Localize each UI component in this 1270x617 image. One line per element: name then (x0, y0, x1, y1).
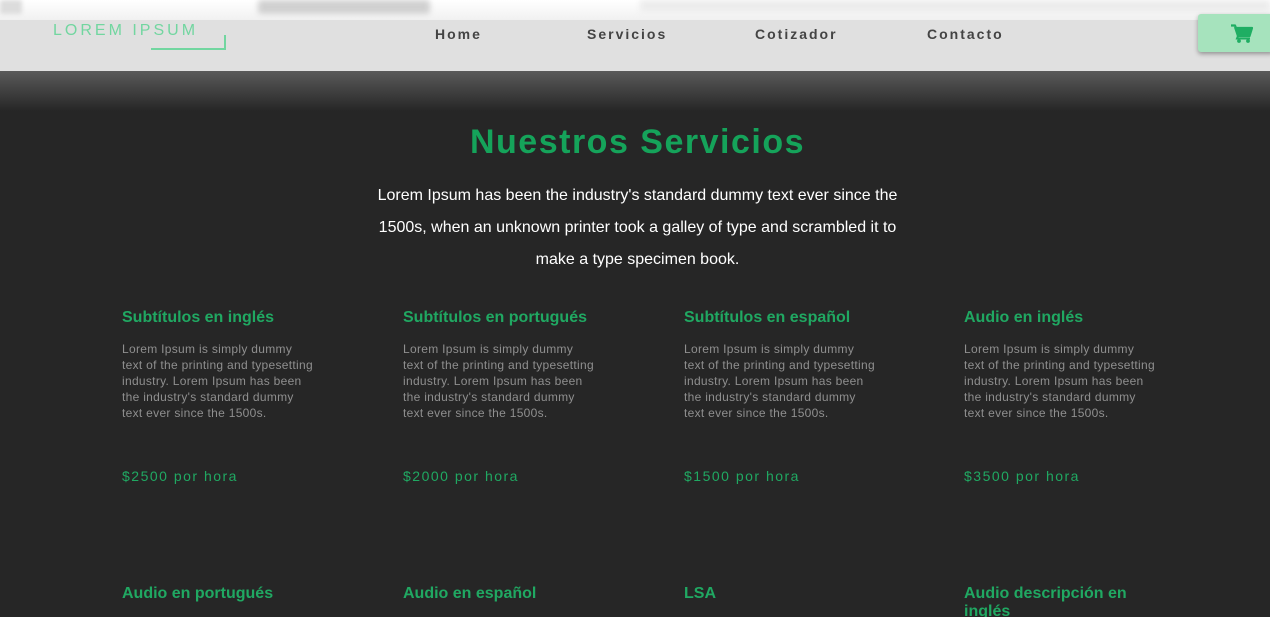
service-card: LSA (684, 585, 884, 603)
service-title: LSA (684, 585, 716, 602)
cart-button[interactable] (1198, 14, 1270, 52)
section-title: Nuestros Servicios (469, 123, 806, 161)
nav-link-home[interactable]: Home (435, 26, 482, 42)
service-card: Subtítulos en español Lorem Ipsum is sim… (684, 309, 884, 484)
service-description: Lorem Ipsum is simply dummy text of the … (684, 342, 875, 420)
blurred-element (640, 0, 1270, 12)
service-price: $3500 por hora (964, 468, 1080, 484)
shopping-cart-icon (1231, 24, 1253, 43)
service-title: Audio descripción en inglés (964, 585, 1127, 617)
header-shadow (0, 71, 1270, 111)
service-card: Audio en inglés Lorem Ipsum is simply du… (964, 309, 1164, 484)
service-description: Lorem Ipsum is simply dummy text of the … (964, 342, 1155, 420)
blurred-element (0, 0, 22, 14)
service-description: Lorem Ipsum is simply dummy text of the … (403, 342, 594, 420)
service-title: Audio en inglés (964, 309, 1084, 326)
service-title: Subtítulos en español (684, 309, 851, 326)
service-price: $2000 por hora (403, 468, 519, 484)
service-card: Subtítulos en inglés Lorem Ipsum is simp… (122, 309, 322, 484)
page: LOREM IPSUM Home Servicios Cotizador Con… (0, 0, 1270, 617)
service-card: Audio en español (403, 585, 603, 603)
service-title: Subtítulos en inglés (122, 309, 275, 326)
service-title: Subtítulos en portugués (403, 309, 587, 326)
nav-link-cotizador[interactable]: Cotizador (755, 26, 838, 42)
service-title: Audio en portugués (122, 585, 274, 602)
blurred-element (258, 0, 430, 14)
section-intro: Lorem Ipsum has been the industry's stan… (377, 187, 898, 268)
service-card: Audio en portugués (122, 585, 322, 603)
service-description: Lorem Ipsum is simply dummy text of the … (122, 342, 313, 420)
nav-link-servicios[interactable]: Servicios (587, 26, 667, 42)
service-title: Audio en español (403, 585, 537, 602)
blurred-top-strip (0, 0, 1270, 20)
service-price: $2500 por hora (122, 468, 238, 484)
main-nav: Home Servicios Cotizador Contacto (0, 26, 1270, 46)
service-card: Audio descripción en inglés (964, 585, 1154, 617)
service-price: $1500 por hora (684, 468, 800, 484)
service-card: Subtítulos en portugués Lorem Ipsum is s… (403, 309, 603, 484)
nav-link-contacto[interactable]: Contacto (927, 26, 1004, 42)
navbar: LOREM IPSUM Home Servicios Cotizador Con… (0, 0, 1270, 71)
